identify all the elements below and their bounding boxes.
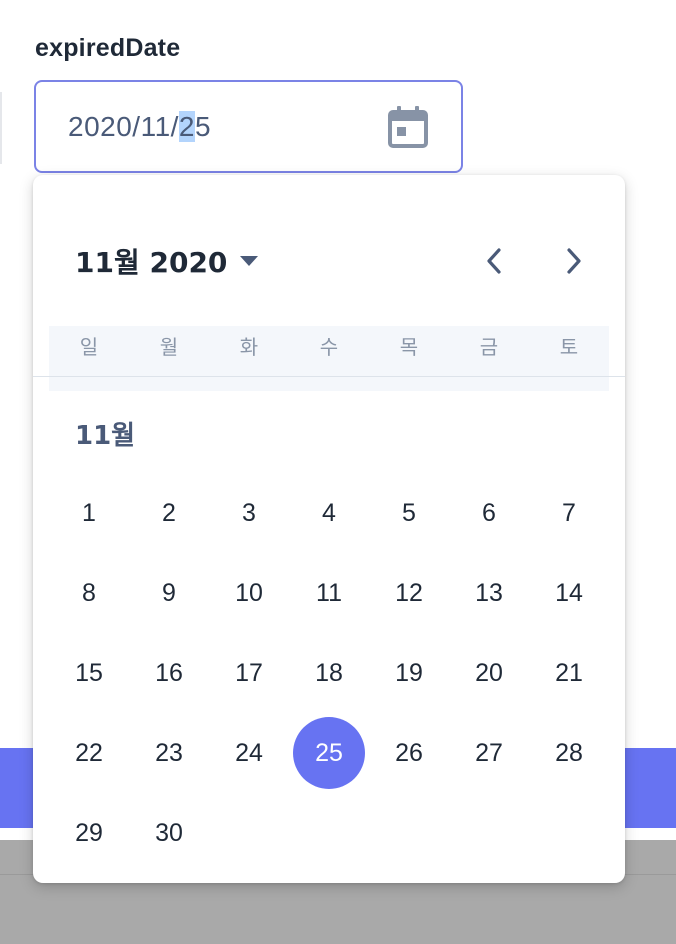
next-month-button[interactable] — [554, 241, 594, 281]
day-cell[interactable]: 6 — [453, 477, 525, 549]
day-cell[interactable]: 9 — [133, 557, 205, 629]
month-year-select[interactable]: 11월 2020 — [75, 241, 259, 281]
day-cell[interactable]: 12 — [373, 557, 445, 629]
weekday-wed: 수 — [319, 335, 339, 359]
day-cell[interactable]: 21 — [533, 637, 605, 709]
day-cell[interactable]: 27 — [453, 717, 525, 789]
weekday-fri: 금 — [479, 335, 499, 359]
day-cell[interactable]: 18 — [293, 637, 365, 709]
day-cell[interactable]: 30 — [133, 797, 205, 869]
day-cell[interactable]: 10 — [213, 557, 285, 629]
day-cell[interactable]: 2 — [133, 477, 205, 549]
chevron-right-icon — [567, 248, 581, 274]
weekday-divider — [33, 376, 625, 377]
day-cell[interactable]: 4 — [293, 477, 365, 549]
day-cell[interactable]: 11 — [293, 557, 365, 629]
month-year-title: 11월 2020 — [75, 246, 228, 279]
background-element — [0, 92, 2, 164]
day-cell[interactable]: 24 — [213, 717, 285, 789]
day-cell[interactable]: 19 — [373, 637, 445, 709]
date-value-prefix: 2020/11/ — [68, 111, 179, 142]
day-cell[interactable]: 13 — [453, 557, 525, 629]
calendar-icon[interactable] — [388, 106, 428, 148]
month-section-label: 11월 — [75, 421, 136, 451]
day-cell[interactable]: 17 — [213, 637, 285, 709]
weekday-tue: 화 — [239, 335, 259, 359]
date-value-selection: 2 — [178, 111, 195, 142]
day-cell[interactable]: 26 — [373, 717, 445, 789]
page: expiredDate 2020/11/25 11월 2020 일 월 화 수 … — [0, 0, 676, 944]
day-cell[interactable]: 29 — [53, 797, 125, 869]
day-cell[interactable]: 16 — [133, 637, 205, 709]
day-cell[interactable]: 23 — [133, 717, 205, 789]
chevron-left-icon — [487, 248, 501, 274]
day-cell[interactable]: 28 — [533, 717, 605, 789]
day-cell-selected[interactable]: 25 — [293, 717, 365, 789]
caret-down-icon — [240, 256, 259, 266]
weekday-thu: 목 — [399, 335, 419, 359]
date-input[interactable]: 2020/11/25 — [34, 80, 463, 173]
day-cell[interactable]: 22 — [53, 717, 125, 789]
day-cell[interactable]: 20 — [453, 637, 525, 709]
prev-month-button[interactable] — [474, 241, 514, 281]
weekday-sat: 토 — [559, 335, 579, 359]
field-label: expiredDate — [35, 34, 181, 62]
datepicker-popup: 11월 2020 일 월 화 수 목 금 토 11월 1 2 3 4 5 6 7 8 9 10 11… — [33, 175, 625, 883]
day-cell[interactable]: 7 — [533, 477, 605, 549]
day-cell[interactable]: 5 — [373, 477, 445, 549]
day-cell[interactable]: 3 — [213, 477, 285, 549]
day-cell[interactable]: 8 — [53, 557, 125, 629]
weekday-sun: 일 — [79, 335, 99, 359]
day-cell[interactable]: 14 — [533, 557, 605, 629]
day-cell[interactable]: 15 — [53, 637, 125, 709]
date-input-value[interactable]: 2020/11/25 — [68, 111, 211, 143]
date-value-suffix: 5 — [195, 111, 212, 142]
day-cell[interactable]: 1 — [53, 477, 125, 549]
weekday-mon: 월 — [159, 335, 179, 359]
